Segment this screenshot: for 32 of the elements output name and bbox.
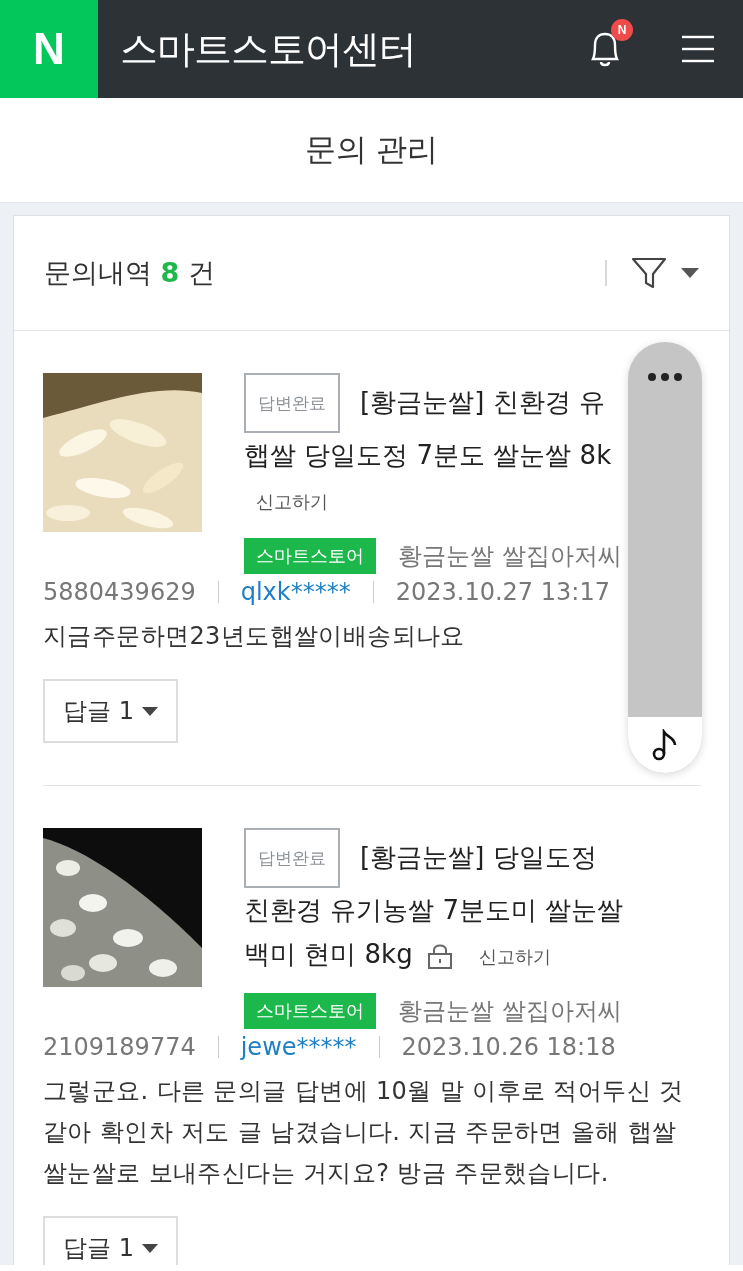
user-id[interactable]: qlxk***** bbox=[240, 578, 351, 606]
product-title-line[interactable]: 햅쌀 당일도정 7분도 쌀눈쌀 8k bbox=[244, 440, 612, 470]
status-label: 답변완료 bbox=[244, 828, 340, 888]
notification-badge: N bbox=[611, 19, 633, 41]
report-link[interactable]: 신고하기 bbox=[256, 482, 328, 522]
channel-tag: 스마트스토어 bbox=[244, 993, 376, 1029]
reply-button[interactable]: 답글 1 bbox=[43, 1216, 178, 1265]
caret-icon bbox=[141, 706, 158, 716]
app-title: 스마트스토어센터 bbox=[120, 25, 417, 73]
channel-tag: 스마트스토어 bbox=[244, 538, 376, 574]
filter-icon[interactable] bbox=[631, 256, 667, 290]
reply-button[interactable]: 답글 1 bbox=[43, 679, 178, 743]
order-number: 2109189774 bbox=[43, 1033, 196, 1061]
question-text: 그렇군요. 다른 문의글 답변에 10월 말 이후로 적어두신 것 같아 확인차 저도 글 남겼습니다. 지금 주문하면 올해 햅쌀 쌀눈쌀로 보내주신다는 거지요? 방금 주문했습니다. bbox=[43, 1076, 685, 1189]
seller-name: 황금눈쌀 쌀집아저씨 bbox=[398, 996, 622, 1027]
report-link[interactable]: 신고하기 bbox=[478, 937, 551, 977]
date-time: 2023.10.26 18:18 bbox=[401, 1033, 616, 1061]
product-title-line[interactable]: 백미 현미 8kg bbox=[244, 939, 413, 969]
product-title-line[interactable]: [황금눈쌀] 친환경 유 bbox=[360, 386, 605, 417]
product-title-line[interactable]: [황금눈쌀] 당일도정 bbox=[360, 841, 597, 872]
order-number: 5880439629 bbox=[43, 578, 196, 606]
seller-name: 황금눈쌀 쌀집아저씨 bbox=[398, 541, 622, 572]
more-icon[interactable] bbox=[647, 372, 683, 382]
question-text: 지금주문하면23년도햅쌀이배송되나요 bbox=[43, 621, 466, 652]
music-note-icon[interactable] bbox=[651, 729, 679, 761]
caret-icon[interactable] bbox=[681, 268, 699, 278]
inquiry-count: 문의내역 8 건 bbox=[44, 256, 216, 290]
status-label: 답변완료 bbox=[244, 373, 340, 433]
product-title-line[interactable]: 친환경 유기농쌀 7분도미 쌀눈쌀 bbox=[244, 895, 624, 925]
caret-icon bbox=[141, 1243, 158, 1253]
date-time: 2023.10.27 13:17 bbox=[395, 578, 610, 606]
user-id[interactable]: jewe***** bbox=[240, 1033, 357, 1061]
